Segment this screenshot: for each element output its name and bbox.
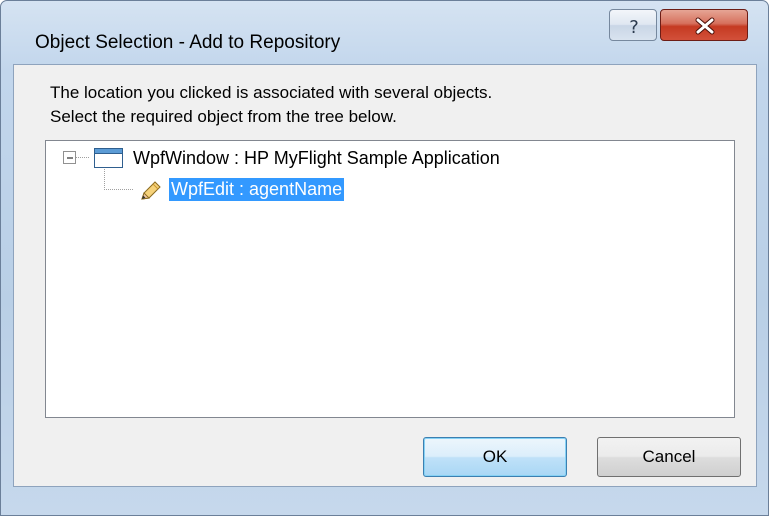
close-x-icon xyxy=(695,17,715,35)
help-button[interactable]: ? xyxy=(609,9,657,41)
pencil-icon xyxy=(141,181,161,200)
svg-text:?: ? xyxy=(629,17,639,38)
tree-node-selected-label[interactable]: WpfEdit : agentName xyxy=(169,178,345,201)
instruction-line-2: Select the required object from the tree… xyxy=(50,107,397,126)
cancel-button[interactable]: Cancel xyxy=(597,437,741,477)
window-title: Object Selection - Add to Repository xyxy=(35,32,341,53)
dialog-window: Object Selection - Add to Repository ? T… xyxy=(0,0,769,516)
window-icon xyxy=(94,148,123,168)
ok-button[interactable]: OK xyxy=(423,437,567,477)
dialog-content: The location you clicked is associated w… xyxy=(13,64,757,487)
object-tree[interactable]: WpfWindow : HP MyFlight Sample Applicati… xyxy=(45,140,735,418)
question-mark-icon: ? xyxy=(629,17,639,38)
collapse-toggle[interactable] xyxy=(63,151,76,164)
instruction-line-1: The location you clicked is associated w… xyxy=(50,83,493,102)
close-button[interactable] xyxy=(660,9,748,41)
tree-node-root-label[interactable]: WpfWindow : HP MyFlight Sample Applicati… xyxy=(133,148,500,169)
minus-icon xyxy=(67,157,73,159)
